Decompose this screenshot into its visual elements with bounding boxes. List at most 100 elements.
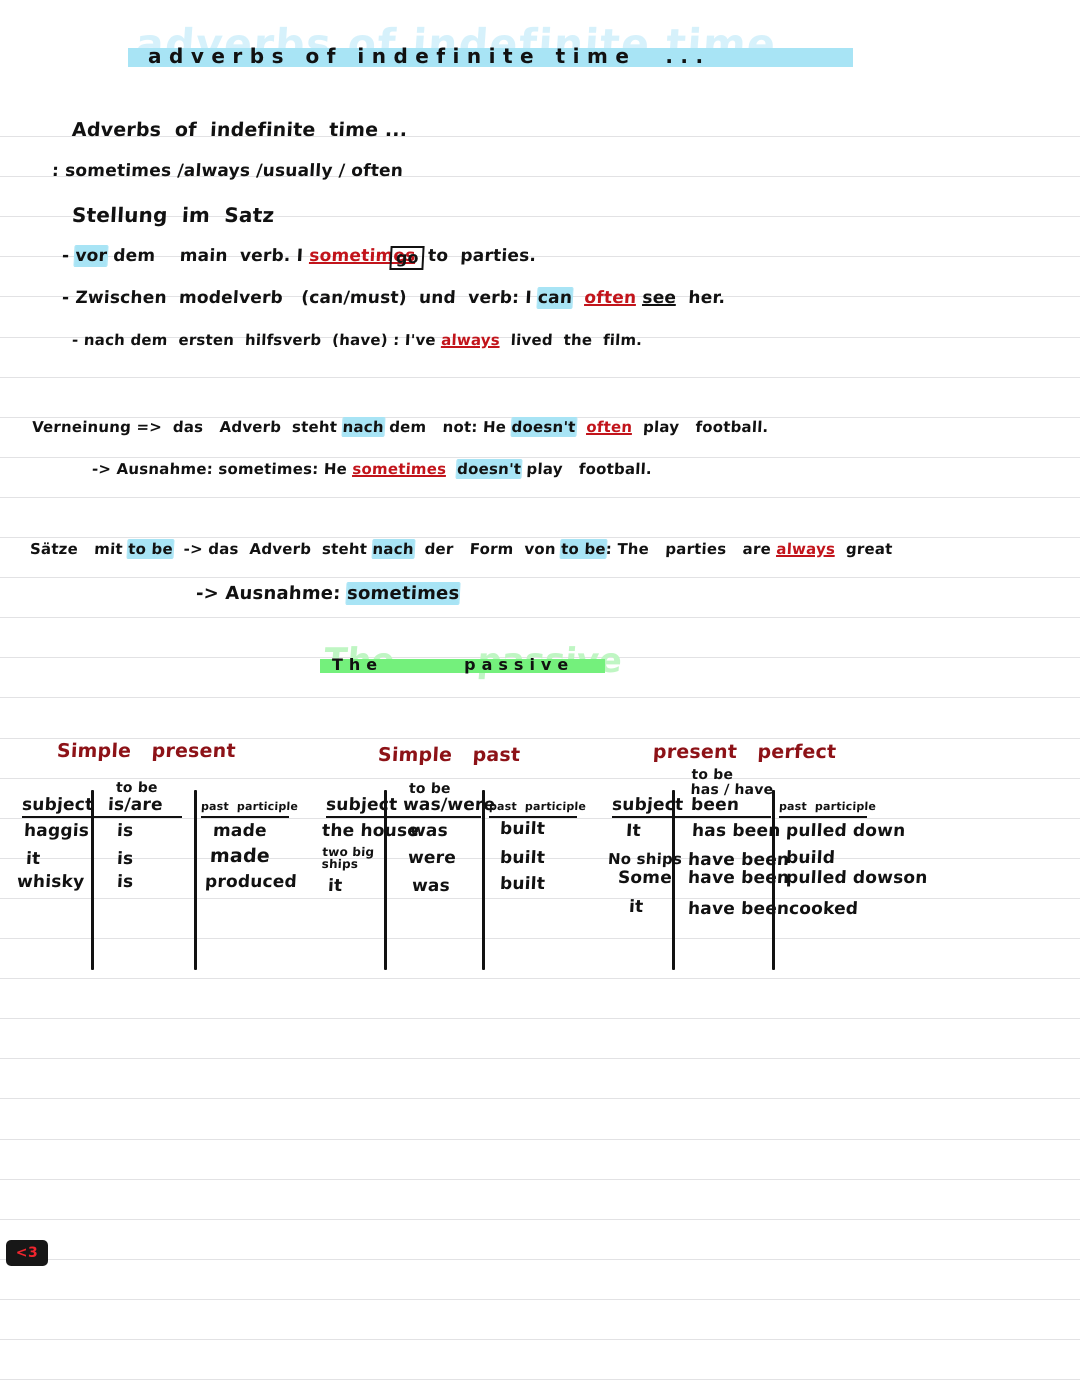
to-be-mid: -> das Adverb steht — [172, 540, 374, 558]
table-title-simple-past: Simple past — [377, 744, 521, 766]
spast-row-3-participle: built — [499, 874, 546, 894]
rule-1-tail: to parties. — [427, 246, 537, 266]
negation-adverb: often — [585, 418, 633, 436]
pp-header-to-be-underline — [691, 816, 771, 818]
rule-2-bullet: - — [61, 288, 70, 308]
rule-line — [0, 898, 1080, 899]
sp-row-3-participle: produced — [204, 872, 298, 892]
to-be-exception-lead: -> Ausnahme: — [195, 583, 348, 604]
rule-3-bullet: - — [71, 331, 79, 349]
rule-3-keyword: nach — [83, 331, 126, 349]
rule-line — [0, 1219, 1080, 1220]
pp-header-to-be-label: to be has / have — [690, 767, 774, 798]
pp-row-1-participle: pulled down — [785, 821, 906, 841]
to-be-tail: great — [845, 540, 894, 558]
table-title-simple-present: Simple present — [56, 740, 237, 762]
spast-row-2-participle: built — [499, 848, 546, 868]
rule-2: - Zwischen modelverb (can/must) und verb… — [61, 288, 726, 308]
rule-2-tail: her. — [687, 288, 726, 308]
negation-lead: Verneinung => das Adverb steht — [31, 418, 344, 436]
negation-exception-auxiliary: doesn't — [456, 460, 522, 478]
negation-exception-adverb: sometimes — [351, 460, 447, 478]
notes-definition: : sometimes /always /usually / often — [51, 161, 404, 181]
pp-row-4-to-be: have been — [687, 899, 790, 919]
rule-line — [0, 778, 1080, 779]
sp-row-1-participle: made — [212, 821, 268, 841]
notes-subheading: Stellung im Satz — [71, 203, 275, 227]
sp-row-2-subject: it — [25, 849, 41, 869]
spast-header-to-be-underline — [403, 816, 481, 818]
sp-row-2-participle: made — [209, 845, 271, 867]
pp-row-1-subject: It — [625, 821, 642, 841]
sp-divider-1 — [91, 790, 94, 970]
sp-header-subject: subject — [21, 795, 94, 815]
sp-header-participle-underline — [201, 816, 289, 818]
rule-line — [0, 617, 1080, 618]
pp-header-subject-underline — [612, 816, 698, 818]
to-be-position-word: nach — [372, 540, 415, 558]
passive-section-banner: The passive The passive — [320, 641, 624, 687]
spast-header-subject: subject — [325, 795, 398, 815]
sp-divider-2 — [194, 790, 197, 970]
rule-line — [0, 1379, 1080, 1380]
sp-row-1-to-be: is — [116, 821, 134, 841]
rule-1: - vor dem main verb. I sometimes — [61, 246, 416, 266]
pp-row-3-to-be: have been — [687, 868, 790, 888]
rule-line — [0, 1339, 1080, 1340]
rule-line — [0, 938, 1080, 939]
sp-header-to-be-label: to be — [115, 780, 159, 796]
passive-section-title: The passive — [332, 655, 575, 674]
heart-badge-label: <3 — [15, 1245, 39, 1261]
pp-header-participle: past participle — [778, 800, 877, 813]
spast-row-2-subject: two big ships — [321, 845, 375, 871]
spast-header-participle: past participle — [488, 800, 587, 813]
to-be-lead: Sätze mit — [29, 540, 129, 558]
rule-line — [0, 377, 1080, 378]
rule-line — [0, 738, 1080, 739]
pp-header-to-be-form: been — [690, 795, 740, 815]
rule-line — [0, 497, 1080, 498]
negation-exception-lead: -> Ausnahme: sometimes: He — [91, 460, 353, 478]
sp-row-3-to-be: is — [116, 872, 134, 892]
rule-line — [0, 1259, 1080, 1260]
rule-line — [0, 1299, 1080, 1300]
page-title-text: adverbs of indefinite time ... — [148, 44, 711, 68]
pp-row-2-participle: build — [785, 848, 836, 868]
rule-line — [0, 1058, 1080, 1059]
to-be-rule: Sätze mit to be -> das Adverb steht nach… — [30, 540, 894, 558]
sp-header-subject-underline — [22, 816, 108, 818]
pp-row-2-to-be: have been — [687, 850, 790, 870]
rule-line — [0, 1018, 1080, 1019]
heart-badge[interactable]: <3 — [6, 1240, 48, 1266]
sp-header-to-be-form: is/are — [107, 795, 164, 815]
rule-line — [0, 457, 1080, 458]
rule-2-keyword: Zwischen — [74, 288, 168, 308]
rule-line — [0, 978, 1080, 979]
sp-header-to-be-underline — [108, 816, 182, 818]
rule-1-keyword: vor — [74, 246, 108, 266]
table-title-present-perfect: present perfect — [652, 741, 837, 763]
rule-line — [0, 537, 1080, 538]
to-be-keyword-1: to be — [127, 540, 174, 558]
to-be-exception-adverb: sometimes — [346, 583, 460, 604]
to-be-mid-2: der Form von — [413, 540, 562, 558]
pp-row-4-participle: cooked — [788, 899, 859, 919]
page-title-banner: adverbs of indefinite time ... adverbs o… — [128, 20, 861, 74]
rule-3-text: dem ersten hilfsverb (have) : I've — [130, 331, 442, 349]
negation-rule: Verneinung => das Adverb steht nach dem … — [32, 418, 769, 436]
rule-3-tail: lived the film. — [510, 331, 643, 349]
spast-header-subject-underline — [326, 816, 412, 818]
spast-divider-2 — [482, 790, 485, 970]
pp-row-2-subject: No ships — [607, 850, 683, 868]
rule-1-boxed-word: go — [389, 246, 426, 270]
pp-row-1-to-be: has been — [691, 821, 782, 841]
rule-3-adverb: always — [440, 331, 501, 349]
pp-divider-1 — [672, 790, 675, 970]
rule-2-verb: see — [641, 288, 677, 308]
sp-row-3-subject: whisky — [16, 872, 85, 892]
spast-row-2-to-be: were — [407, 848, 457, 868]
rule-2-modal: can — [537, 288, 573, 308]
spast-divider-1 — [384, 790, 387, 970]
negation-mid: dem not: He — [383, 418, 513, 436]
rule-line — [0, 1098, 1080, 1099]
